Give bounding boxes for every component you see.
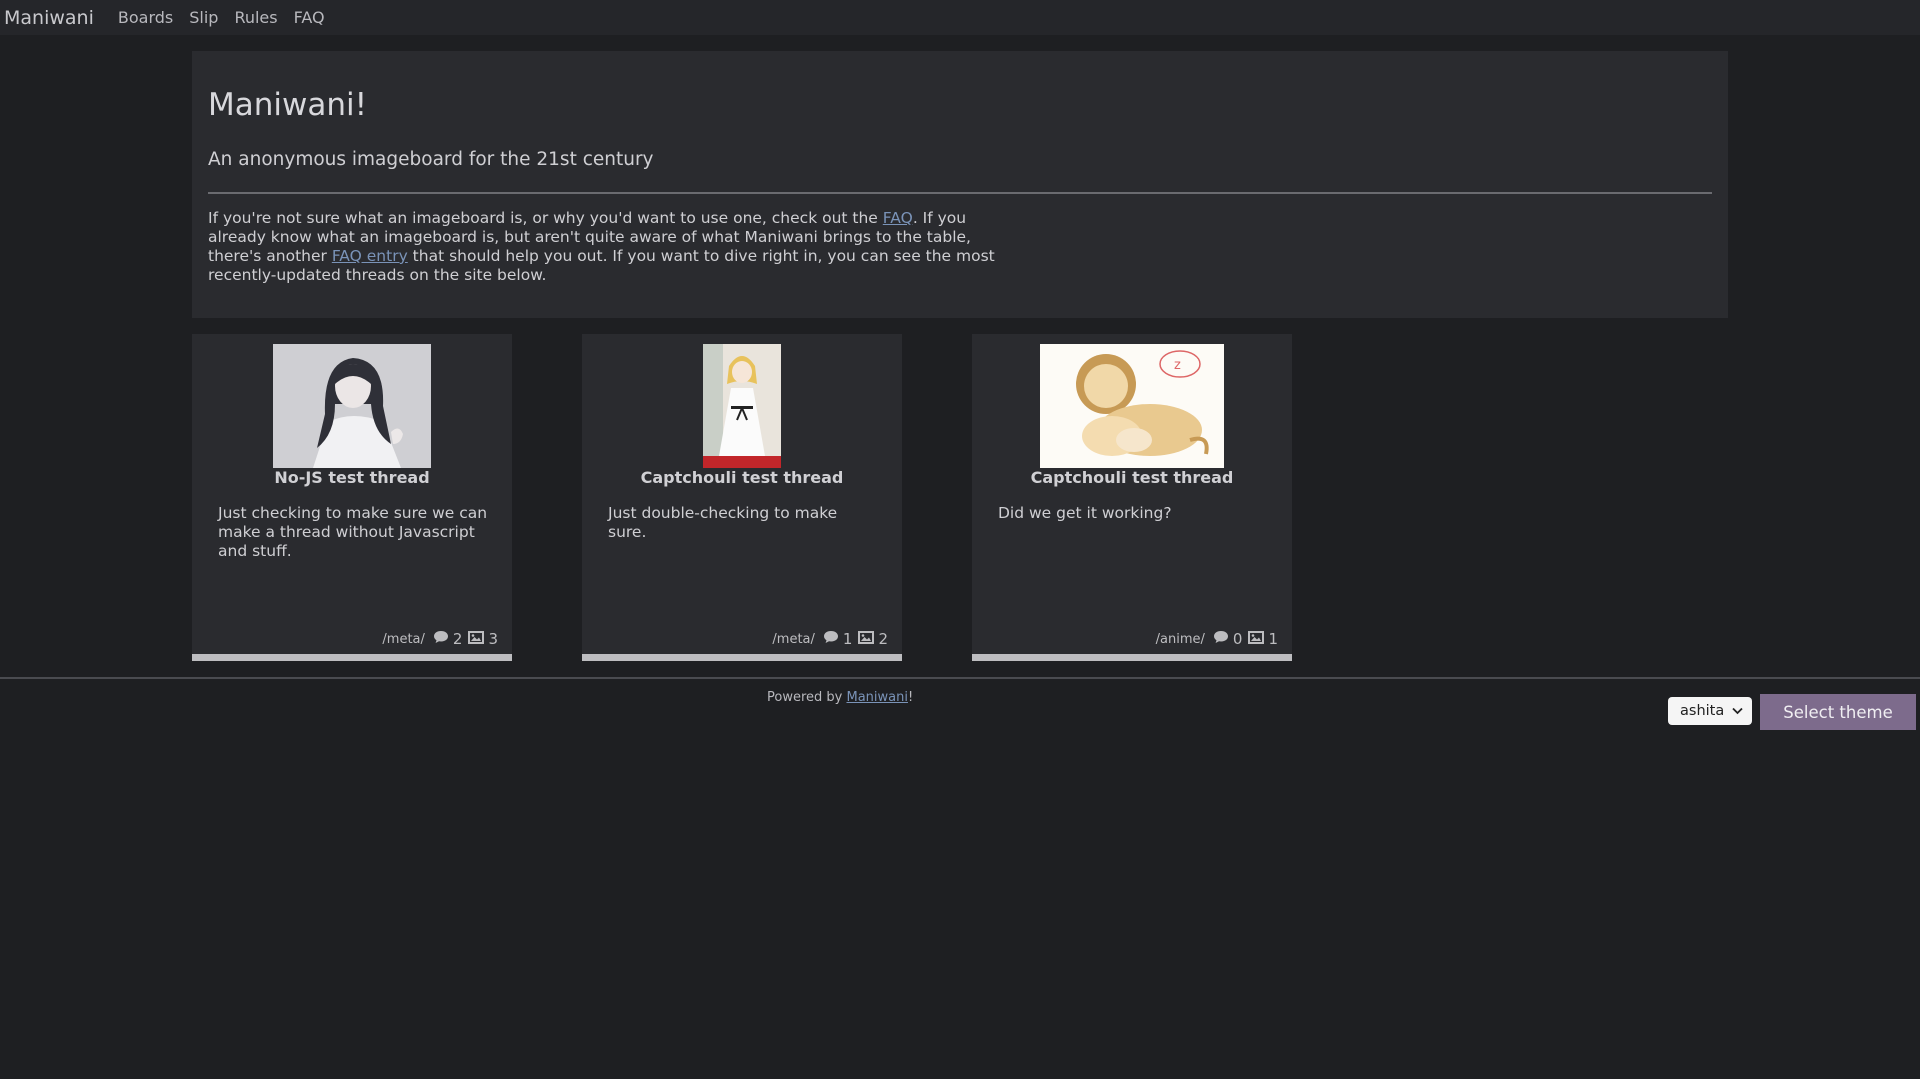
board-link[interactable]: /meta/ <box>382 632 425 647</box>
thread-title[interactable]: No-JS test thread <box>192 468 512 487</box>
faq-link[interactable]: FAQ <box>883 209 913 227</box>
select-theme-button[interactable]: Select theme <box>1760 694 1916 730</box>
comment-icon <box>433 630 449 648</box>
thread-card-bar <box>972 654 1292 661</box>
thread-title[interactable]: Captchouli test thread <box>582 468 902 487</box>
board-link[interactable]: /anime/ <box>1156 632 1205 647</box>
image-icon <box>1248 630 1265 648</box>
nav-link-boards[interactable]: Boards <box>118 8 173 27</box>
image-icon <box>468 630 485 648</box>
maniwani-link[interactable]: Maniwani <box>846 690 907 705</box>
thread-title[interactable]: Captchouli test thread <box>972 468 1292 487</box>
chevron-down-icon <box>1732 703 1743 719</box>
nav-link-faq[interactable]: FAQ <box>294 8 325 27</box>
reply-count: 1 <box>842 630 853 648</box>
thread-card[interactable]: z Captchouli test thread Did we get it w… <box>972 334 1292 661</box>
thread-meta: /meta/ 1 2 <box>772 630 892 648</box>
powered-by-prefix: Powered by <box>767 690 847 705</box>
comment-icon <box>823 630 839 648</box>
image-count: 2 <box>878 630 888 648</box>
image-icon <box>858 630 875 648</box>
intro-text-part: If you're not sure what an imageboard is… <box>208 209 883 227</box>
reply-count: 0 <box>1232 630 1243 648</box>
thread-meta: /anime/ 0 1 <box>1156 630 1282 648</box>
faq-entry-link[interactable]: FAQ entry <box>332 247 408 265</box>
image-count: 3 <box>488 630 498 648</box>
comment-icon <box>1213 630 1229 648</box>
hero-panel: Maniwani! An anonymous imageboard for th… <box>192 51 1728 318</box>
thread-thumbnail[interactable] <box>703 344 781 468</box>
thread-body: Did we get it working? <box>998 504 1172 522</box>
thread-meta: /meta/ 2 3 <box>382 630 502 648</box>
page-subtitle: An anonymous imageboard for the 21st cen… <box>208 149 654 170</box>
footer-divider <box>0 677 1920 679</box>
powered-by: Powered by Maniwani! <box>767 690 913 705</box>
nav-link-slip[interactable]: Slip <box>189 8 218 27</box>
thread-body: Just checking to make sure we can make a… <box>218 504 488 560</box>
page-title: Maniwani! <box>208 87 368 123</box>
board-link[interactable]: /meta/ <box>772 632 815 647</box>
thread-body: Just double-checking to make sure. <box>608 504 838 541</box>
theme-select-value: ashita <box>1680 703 1725 719</box>
image-count: 1 <box>1268 630 1278 648</box>
thread-card-bar <box>582 654 902 661</box>
powered-by-suffix: ! <box>907 690 914 705</box>
brand-link[interactable]: Maniwani <box>4 7 94 29</box>
hero-divider <box>208 192 1712 194</box>
svg-text:z: z <box>1174 358 1181 373</box>
thread-card[interactable]: Captchouli test thread Just double-check… <box>582 334 902 661</box>
theme-select[interactable]: ashita <box>1668 697 1752 725</box>
thread-card[interactable]: No-JS test thread Just checking to make … <box>192 334 512 661</box>
navbar: Maniwani Boards Slip Rules FAQ <box>0 0 1920 35</box>
reply-count: 2 <box>452 630 463 648</box>
thread-thumbnail[interactable]: z <box>1040 344 1224 468</box>
intro-text: If you're not sure what an imageboard is… <box>208 209 1018 285</box>
thread-card-bar <box>192 654 512 661</box>
thread-thumbnail[interactable] <box>273 344 431 468</box>
nav-link-rules[interactable]: Rules <box>234 8 277 27</box>
